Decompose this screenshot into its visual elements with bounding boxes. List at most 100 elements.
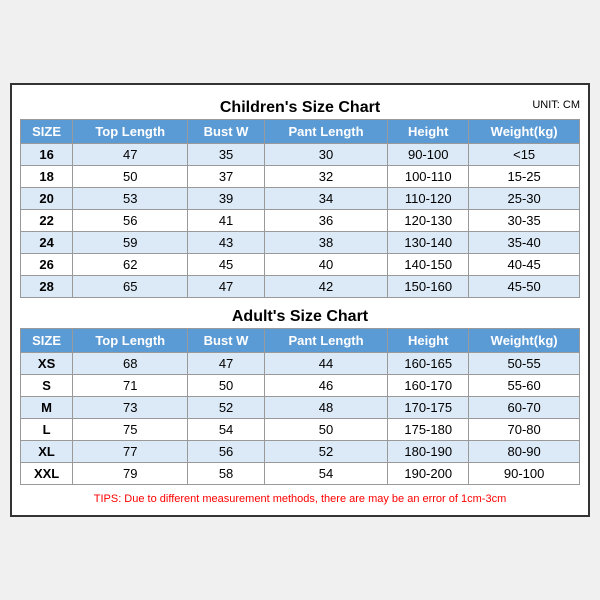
adult-col-pantlength: Pant Length: [264, 329, 387, 353]
table-cell: <15: [469, 144, 580, 166]
table-cell: 53: [73, 188, 188, 210]
children-col-weight: Weight(kg): [469, 120, 580, 144]
table-cell: 68: [73, 353, 188, 375]
table-cell: 18: [21, 166, 73, 188]
table-row: 20533934110-12025-30: [21, 188, 580, 210]
table-row: 18503732100-11015-25: [21, 166, 580, 188]
table-cell: 30-35: [469, 210, 580, 232]
children-col-toplength: Top Length: [73, 120, 188, 144]
table-row: 26624540140-15040-45: [21, 254, 580, 276]
table-cell: 43: [188, 232, 265, 254]
table-cell: 52: [188, 397, 265, 419]
table-cell: 47: [188, 276, 265, 298]
children-col-size: SIZE: [21, 120, 73, 144]
adult-section: Adult's Size Chart SIZE Top Length Bust …: [20, 302, 580, 485]
table-cell: 50: [73, 166, 188, 188]
table-cell: XL: [21, 441, 73, 463]
table-row: 24594338130-14035-40: [21, 232, 580, 254]
table-cell: 160-165: [388, 353, 469, 375]
table-cell: 120-130: [388, 210, 469, 232]
table-row: S715046160-17055-60: [21, 375, 580, 397]
adult-col-weight: Weight(kg): [469, 329, 580, 353]
table-cell: 45-50: [469, 276, 580, 298]
table-cell: 42: [264, 276, 387, 298]
table-cell: 46: [264, 375, 387, 397]
children-table: SIZE Top Length Bust W Pant Length Heigh…: [20, 119, 580, 298]
table-cell: 25-30: [469, 188, 580, 210]
adult-col-size: SIZE: [21, 329, 73, 353]
table-row: M735248170-17560-70: [21, 397, 580, 419]
table-row: 1647353090-100<15: [21, 144, 580, 166]
table-cell: 175-180: [388, 419, 469, 441]
table-cell: 34: [264, 188, 387, 210]
adult-col-toplength: Top Length: [73, 329, 188, 353]
table-cell: 47: [188, 353, 265, 375]
table-cell: 15-25: [469, 166, 580, 188]
table-cell: 130-140: [388, 232, 469, 254]
table-cell: 36: [264, 210, 387, 232]
table-cell: 35-40: [469, 232, 580, 254]
table-cell: 190-200: [388, 463, 469, 485]
table-cell: 37: [188, 166, 265, 188]
table-row: XL775652180-19080-90: [21, 441, 580, 463]
table-cell: L: [21, 419, 73, 441]
tips-text: TIPS: Due to different measurement metho…: [20, 489, 580, 507]
table-row: 22564136120-13030-35: [21, 210, 580, 232]
table-cell: 180-190: [388, 441, 469, 463]
table-cell: 40-45: [469, 254, 580, 276]
adult-col-height: Height: [388, 329, 469, 353]
table-cell: 54: [188, 419, 265, 441]
table-cell: 110-120: [388, 188, 469, 210]
table-cell: 59: [73, 232, 188, 254]
children-title: Children's Size Chart UNIT: CM: [20, 93, 580, 119]
table-cell: S: [21, 375, 73, 397]
table-cell: XS: [21, 353, 73, 375]
table-cell: 44: [264, 353, 387, 375]
table-cell: 170-175: [388, 397, 469, 419]
table-cell: 41: [188, 210, 265, 232]
table-cell: M: [21, 397, 73, 419]
table-cell: 140-150: [388, 254, 469, 276]
chart-container: Children's Size Chart UNIT: CM SIZE Top …: [10, 83, 590, 517]
table-cell: 54: [264, 463, 387, 485]
table-cell: XXL: [21, 463, 73, 485]
adult-title: Adult's Size Chart: [20, 302, 580, 328]
children-title-text: Children's Size Chart: [220, 99, 380, 116]
table-row: XS684744160-16550-55: [21, 353, 580, 375]
table-cell: 47: [73, 144, 188, 166]
table-cell: 32: [264, 166, 387, 188]
table-cell: 65: [73, 276, 188, 298]
children-col-pantlength: Pant Length: [264, 120, 387, 144]
table-cell: 22: [21, 210, 73, 232]
adult-title-text: Adult's Size Chart: [232, 308, 368, 325]
table-cell: 90-100: [388, 144, 469, 166]
table-cell: 70-80: [469, 419, 580, 441]
table-cell: 16: [21, 144, 73, 166]
table-cell: 48: [264, 397, 387, 419]
children-col-bustw: Bust W: [188, 120, 265, 144]
table-cell: 28: [21, 276, 73, 298]
table-cell: 75: [73, 419, 188, 441]
table-cell: 50-55: [469, 353, 580, 375]
table-cell: 80-90: [469, 441, 580, 463]
adult-table: SIZE Top Length Bust W Pant Length Heigh…: [20, 328, 580, 485]
table-cell: 160-170: [388, 375, 469, 397]
table-cell: 77: [73, 441, 188, 463]
table-cell: 30: [264, 144, 387, 166]
table-cell: 24: [21, 232, 73, 254]
table-cell: 40: [264, 254, 387, 276]
unit-label: UNIT: CM: [532, 99, 580, 111]
table-cell: 150-160: [388, 276, 469, 298]
table-cell: 100-110: [388, 166, 469, 188]
table-row: 28654742150-16045-50: [21, 276, 580, 298]
table-cell: 71: [73, 375, 188, 397]
table-cell: 45: [188, 254, 265, 276]
table-cell: 55-60: [469, 375, 580, 397]
table-row: L755450175-18070-80: [21, 419, 580, 441]
table-cell: 39: [188, 188, 265, 210]
adult-col-bustw: Bust W: [188, 329, 265, 353]
table-cell: 62: [73, 254, 188, 276]
table-cell: 50: [188, 375, 265, 397]
table-cell: 60-70: [469, 397, 580, 419]
table-cell: 52: [264, 441, 387, 463]
